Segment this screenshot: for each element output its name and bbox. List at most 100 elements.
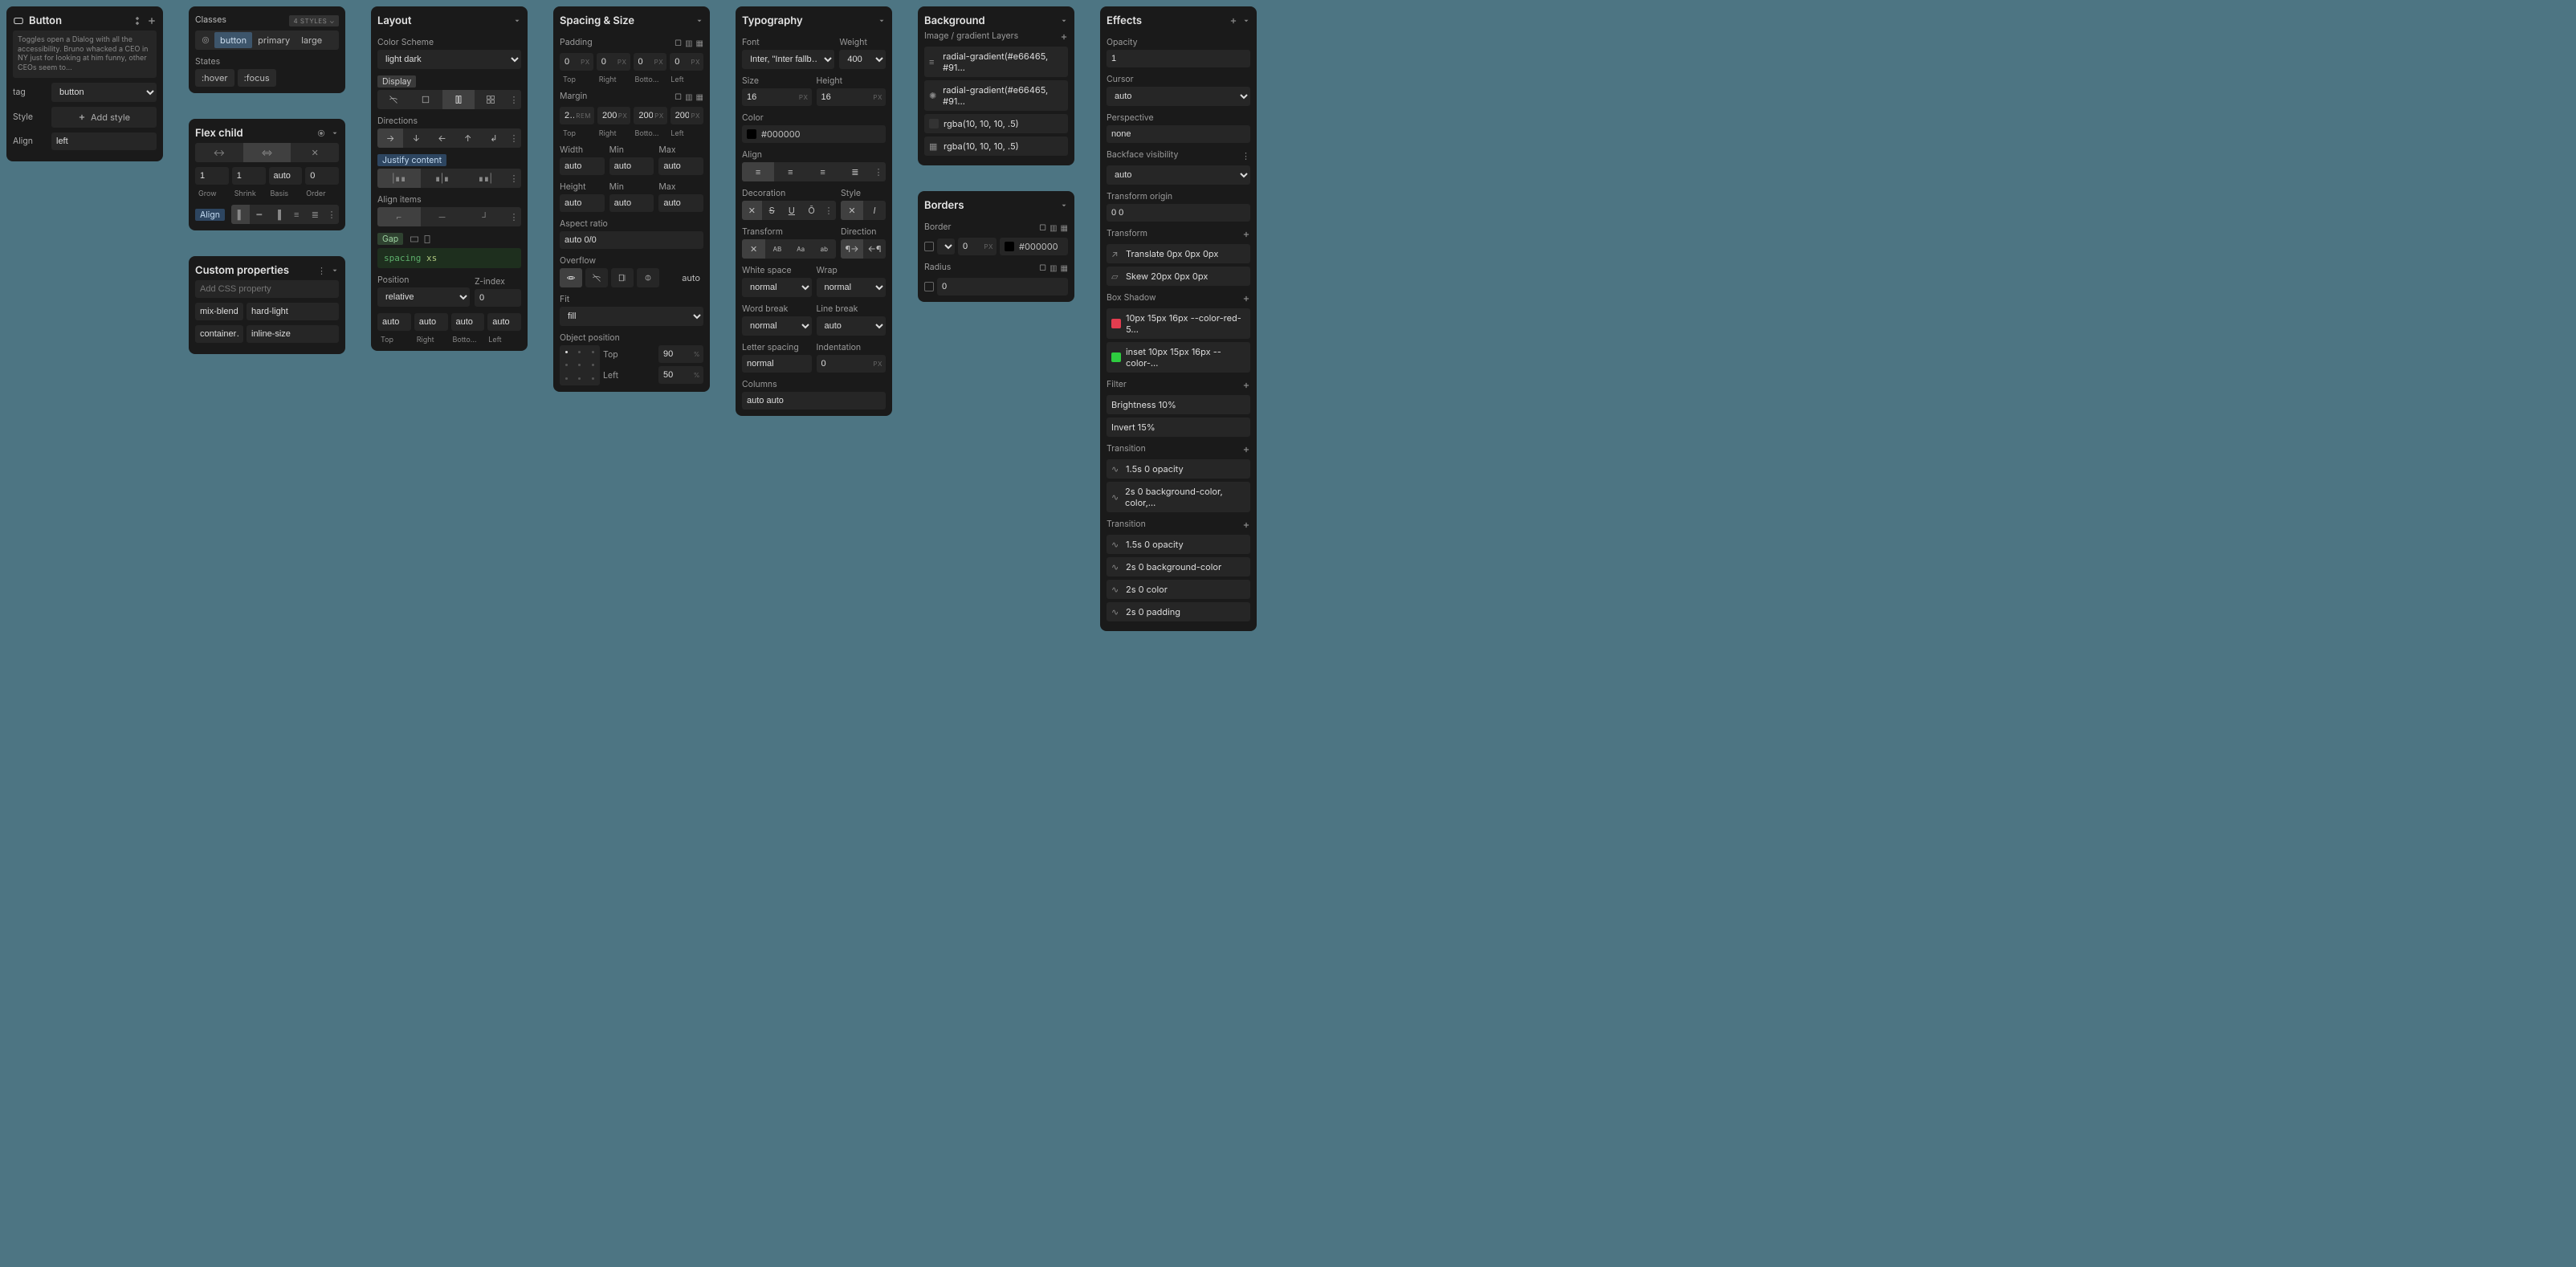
inset-right[interactable] [414, 313, 448, 331]
align-end[interactable]: ┘ [463, 207, 507, 226]
gap-value[interactable]: spacing xs [377, 248, 521, 268]
dir-row[interactable]: → [377, 128, 403, 148]
min-height-input[interactable] [609, 194, 654, 212]
backface-select[interactable]: auto [1107, 165, 1250, 185]
plus-icon[interactable] [147, 16, 157, 26]
prop-val-1[interactable] [247, 325, 339, 343]
padding-mode-3[interactable]: ▦ [696, 39, 703, 48]
overflow-hidden[interactable] [585, 268, 608, 287]
fit-select[interactable]: fill [560, 307, 703, 326]
shrink-input[interactable] [232, 167, 266, 185]
text-align-center[interactable]: ≡ [774, 162, 806, 181]
align-self-baseline[interactable]: ≣ [306, 205, 324, 224]
wrap-select[interactable]: normal [817, 278, 887, 297]
plus-icon[interactable] [1229, 17, 1237, 25]
text-align-left[interactable]: ≡ [742, 162, 774, 181]
class-pill-large[interactable]: large [296, 32, 328, 48]
display-flex-col[interactable] [442, 90, 475, 109]
dir-more[interactable]: ⋮ [507, 128, 521, 148]
chevron-up-icon[interactable] [1242, 17, 1250, 25]
font-select[interactable]: Inter, "Inter fallb… [742, 50, 834, 69]
opacity-input[interactable] [1107, 50, 1250, 67]
align-self-more[interactable]: ⋮ [324, 205, 339, 224]
transition-item[interactable]: ∿2s 0 background-color, color,… [1107, 482, 1250, 512]
position-select[interactable]: relative [377, 287, 470, 307]
justify-end[interactable]: ∎∎| [463, 169, 507, 188]
tt-cap[interactable]: Aa [789, 239, 813, 259]
inset-bottom[interactable] [451, 313, 485, 331]
border-style-swatch[interactable] [924, 242, 934, 251]
add-shadow-icon[interactable] [1242, 295, 1250, 303]
white-space-select[interactable]: normal [742, 278, 812, 297]
padding-bottom[interactable] [634, 53, 654, 71]
align-start[interactable]: ⌐ [377, 207, 421, 226]
obj-left-input[interactable] [658, 366, 694, 384]
state-focus[interactable]: :focus [238, 69, 276, 87]
prop-key-0[interactable] [195, 303, 243, 320]
bg-layer[interactable]: ≡radial-gradient(#e66465, #91… [924, 47, 1068, 77]
border-color-input[interactable]: #000000 [1000, 238, 1068, 255]
inset-top[interactable] [377, 313, 411, 331]
chevron-up-icon[interactable] [1060, 202, 1068, 210]
align-self-center[interactable]: ━ [250, 205, 268, 224]
object-position-grid[interactable] [560, 345, 600, 385]
overflow-scroll[interactable] [611, 268, 634, 287]
padding-mode-2[interactable]: ▥ [685, 39, 692, 48]
weight-select[interactable]: 400 [839, 50, 886, 69]
border-mode-each[interactable]: ▦ [1061, 223, 1068, 233]
text-align-right[interactable]: ≡ [807, 162, 839, 181]
style-normal[interactable]: ✕ [841, 201, 863, 220]
min-width-input[interactable] [609, 157, 654, 175]
radius-mode-h[interactable]: ▥ [1050, 263, 1057, 273]
dir-wrap[interactable]: ↲ [481, 128, 507, 148]
variant-icon[interactable] [132, 16, 142, 26]
aspect-input[interactable] [560, 231, 703, 249]
word-break-select[interactable]: normal [742, 316, 812, 336]
align-self-end[interactable]: ▐ [268, 205, 287, 224]
radius-input[interactable] [937, 278, 1068, 295]
state-hover[interactable]: :hover [195, 69, 234, 87]
dir-column-reverse[interactable]: ↑ [455, 128, 481, 148]
display-block[interactable] [410, 90, 442, 109]
filter-item[interactable]: Brightness 10% [1107, 395, 1250, 414]
chevron-up-icon[interactable] [331, 129, 339, 137]
bg-layer[interactable]: ✺radial-gradient(#e66465, #91… [924, 80, 1068, 111]
filter-item[interactable]: Invert 15% [1107, 418, 1250, 437]
transition-item[interactable]: ∿1.5s 0 opacity [1107, 535, 1250, 554]
prop-val-0[interactable] [247, 303, 339, 320]
justify-center[interactable]: ∎|∎ [421, 169, 464, 188]
dir-row-reverse[interactable]: ← [429, 128, 454, 148]
padding-mode-1[interactable]: ▢ [675, 39, 682, 48]
chevron-up-icon[interactable] [331, 267, 339, 275]
max-width-input[interactable] [658, 157, 703, 175]
tag-select[interactable]: button [51, 83, 157, 102]
deco-underline[interactable]: U [782, 201, 802, 220]
gap-row-icon[interactable] [410, 234, 419, 244]
styles-count-badge[interactable]: 4 STYLES ⌄ [289, 15, 339, 26]
border-style-select[interactable]: — [937, 238, 955, 255]
tt-none[interactable]: ✕ [742, 239, 765, 259]
align-self-stretch[interactable]: ≡ [287, 205, 306, 224]
class-pill-primary[interactable]: primary [252, 32, 296, 48]
prop-key-1[interactable] [195, 325, 243, 343]
overflow-clip[interactable] [637, 268, 659, 287]
justify-start[interactable]: |∎∎ [377, 169, 421, 188]
button-description[interactable]: Toggles open a Dialog with all the acces… [13, 31, 157, 78]
text-color-input[interactable]: #000000 [742, 125, 886, 143]
order-input[interactable] [305, 167, 339, 185]
deco-more[interactable]: ⋮ [821, 201, 836, 220]
justify-more[interactable]: ⋮ [507, 169, 521, 188]
dir-column[interactable]: ↓ [403, 128, 429, 148]
add-transition-icon[interactable] [1242, 446, 1250, 454]
deco-strike[interactable]: S [762, 201, 782, 220]
add-style-button[interactable]: Add style [51, 107, 157, 128]
transition-item[interactable]: ∿2s 0 color [1107, 580, 1250, 599]
height-input[interactable] [560, 194, 605, 212]
dir-ltr[interactable]: ¶→ [841, 239, 863, 259]
padding-top[interactable] [560, 53, 581, 71]
add-filter-icon[interactable] [1242, 381, 1250, 389]
display-more[interactable]: ⋮ [507, 90, 521, 109]
padding-right[interactable] [597, 53, 618, 71]
radius-mode-each[interactable]: ▦ [1061, 263, 1068, 273]
width-input[interactable] [560, 157, 605, 175]
